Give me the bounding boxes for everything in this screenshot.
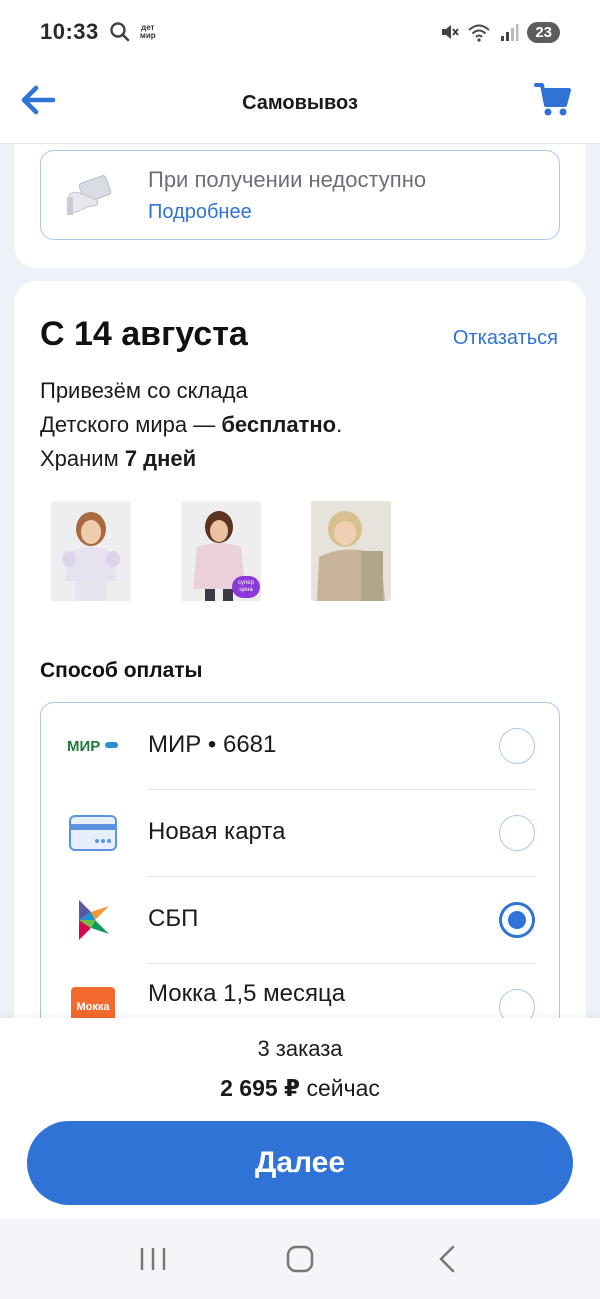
payment-options: МИР МИР • 6681 Новая карта СБП Мокка Мок… [40, 702, 560, 1062]
orders-count: 3 заказа [257, 1036, 343, 1061]
battery-indicator: 23 [527, 21, 560, 43]
unavailable-notice: При получении недоступно Подробнее [40, 150, 560, 240]
mir-logo-icon: МИР [67, 726, 119, 766]
card-hand-icon [65, 173, 121, 226]
wifi-icon [468, 24, 490, 42]
delivery-info-line3: Храним 7 дней [40, 446, 197, 471]
payment-option-new-card[interactable]: Новая карта [41, 790, 559, 877]
cart-button[interactable] [532, 78, 574, 120]
signal-icon [501, 24, 519, 41]
home-button[interactable] [270, 1234, 330, 1284]
sbp-logo-icon [67, 900, 119, 940]
payment-option-label: Мокка 1,5 месяца [148, 980, 346, 1007]
delivery-card: С 14 августа Отказаться Привезём со скла… [14, 281, 586, 1062]
radio-button[interactable] [499, 728, 535, 764]
product-thumbnail[interactable] [311, 501, 391, 601]
status-time: 10:33 [40, 19, 99, 44]
recent-apps-button[interactable] [123, 1234, 183, 1284]
home-icon [286, 1245, 314, 1272]
unavailable-text: При получении недоступно [148, 167, 427, 192]
system-back-button[interactable] [417, 1234, 477, 1284]
arrow-left-icon [21, 85, 56, 115]
page-title: Самовывоз [242, 92, 358, 114]
radio-button[interactable] [499, 815, 535, 851]
status-notification-icons: дет мир [109, 21, 159, 43]
payment-option-label: СБП [148, 905, 199, 932]
payment-title: Способ оплаты [40, 659, 203, 682]
credit-card-icon [67, 813, 119, 853]
payment-option-label: МИР • 6681 [148, 731, 277, 758]
product-thumbnail[interactable] [51, 501, 131, 601]
svg-text:МИР: МИР [67, 738, 100, 754]
payment-option-mir[interactable]: МИР МИР • 6681 [41, 703, 559, 790]
cart-icon [534, 83, 571, 116]
delivery-info: Привезём со склада Детского мира — беспл… [40, 374, 342, 476]
back-button[interactable] [18, 80, 58, 120]
cancel-link[interactable]: Отказаться [453, 327, 558, 350]
recent-apps-icon [141, 1247, 166, 1270]
search-notification-icon [110, 22, 130, 42]
app-header: Самовывоз [0, 64, 600, 144]
pickup-card: При получении недоступно Подробнее [14, 144, 586, 268]
status-right: 23 [439, 21, 560, 43]
super-price-badge: супер цена [232, 576, 260, 598]
order-summary-panel: 3 заказа 2 695 ₽ сейчас Далее [0, 1018, 600, 1218]
mute-icon [442, 25, 460, 39]
order-total: 2 695 ₽ сейчас [220, 1075, 380, 1101]
app-logo-icon: дет мир [139, 23, 156, 40]
payment-option-sbp[interactable]: СБП [41, 877, 559, 964]
status-bar: 10:33 дет мир 23 [0, 0, 600, 64]
chevron-left-icon [438, 1245, 454, 1272]
system-nav-bar [0, 1218, 600, 1299]
payment-option-label: Новая карта [148, 818, 286, 845]
next-button[interactable]: Далее [27, 1121, 573, 1205]
details-link[interactable]: Подробнее [148, 201, 252, 224]
delivery-date: С 14 августа [40, 315, 248, 353]
delivery-info-line1: Привезём со склада [40, 378, 248, 403]
delivery-info-line2: Детского мира — бесплатно. [40, 412, 343, 437]
radio-button-selected[interactable] [499, 902, 535, 938]
